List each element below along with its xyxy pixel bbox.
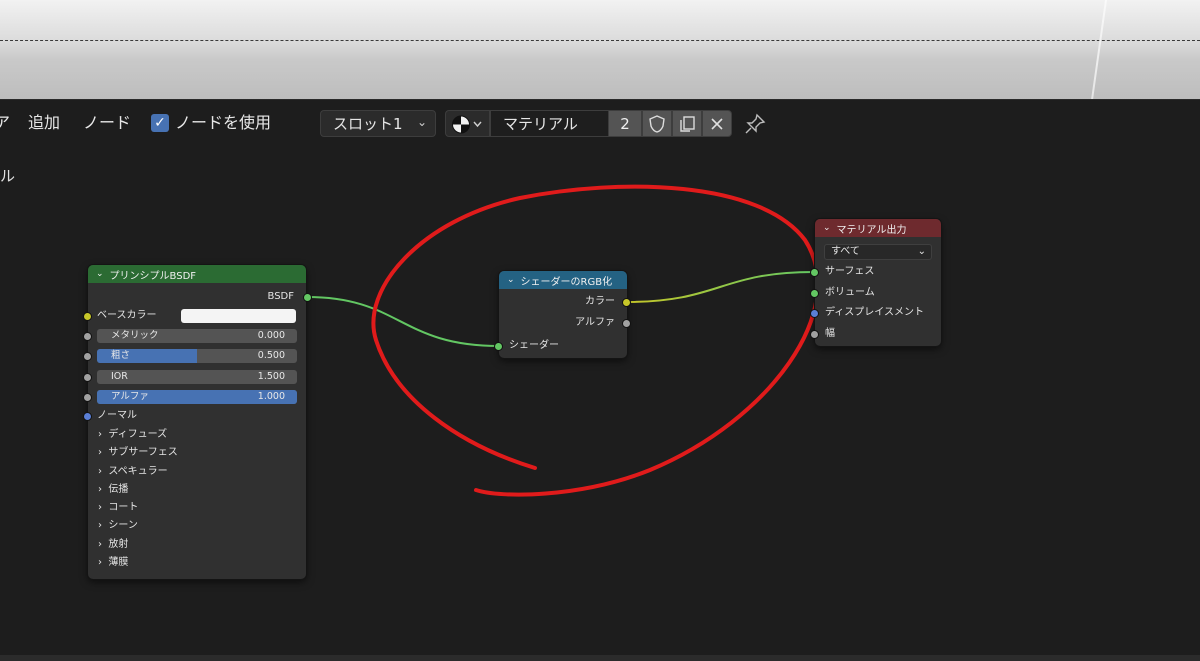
panel-label: スペキュラー [108,466,168,477]
to-rgb-shader-socket[interactable] [494,342,503,351]
output-target-value: すべて [831,246,860,257]
link-color-to-surface [625,271,815,303]
metallic-value: 0.000 [257,330,285,341]
panel-sheen[interactable]: › シーン [98,520,138,532]
normal-label: ノーマル [97,410,137,421]
surface-socket[interactable] [810,268,819,277]
output-target-dropdown[interactable]: すべて ⌄ [824,244,932,260]
out-alpha-label: アルファ [575,317,615,328]
roughness-value: 0.500 [257,350,285,361]
panel-label: コート [108,502,139,513]
panel-label: サブサーフェス [108,447,178,458]
bsdf-output-label: BSDF [267,291,294,302]
alpha-socket[interactable] [83,393,92,402]
alpha-field[interactable]: アルファ 1.000 [97,390,297,404]
panel-thin-film[interactable]: › 薄膜 [98,557,128,569]
roughness-field[interactable]: 粗さ 0.500 [97,349,297,363]
thickness-socket[interactable] [810,330,819,339]
ior-field[interactable]: IOR 1.500 [97,370,297,384]
roughness-label: 粗さ [111,350,131,361]
normal-socket[interactable] [83,412,92,421]
alpha-label: アルファ [111,391,149,402]
ior-value: 1.500 [257,371,285,382]
shader-to-rgb-node[interactable]: ⌄ シェーダーのRGB化 カラー アルファ シェーダー [499,271,627,358]
panel-transmission[interactable]: › 伝播 [98,484,128,496]
ior-socket[interactable] [83,373,92,382]
collapse-chevron-icon[interactable]: ⌄ [96,269,104,279]
out-color-label: カラー [585,296,615,307]
alpha-value: 1.000 [257,391,285,402]
base-color-label: ベースカラー [97,310,157,321]
in-thickness-label: 幅 [825,328,835,339]
roughness-socket[interactable] [83,352,92,361]
in-volume-label: ボリューム [825,287,875,298]
base-color-socket[interactable] [83,312,92,321]
panel-label: 放射 [108,539,129,550]
panel-coat[interactable]: › コート [98,502,138,514]
base-color-swatch[interactable] [181,309,296,323]
in-shader-label: シェーダー [509,340,559,351]
panel-diffuse[interactable]: › ディフューズ [98,429,167,441]
bsdf-node-header[interactable]: ⌄ プリンシプルBSDF [88,265,306,283]
panel-emission[interactable]: › 放射 [98,539,128,551]
bottom-border [0,655,1200,661]
output-node-title: マテリアル出力 [836,224,907,236]
panel-label: 薄膜 [108,557,129,568]
to-rgb-node-title: シェーダーのRGB化 [520,276,613,288]
to-rgb-color-socket[interactable] [622,298,631,307]
in-displacement-label: ディスプレイスメント [825,307,924,318]
metallic-field[interactable]: メタリック 0.000 [97,329,297,343]
chevron-down-icon: ⌄ [917,246,926,257]
link-bsdf-to-shader [306,296,500,347]
principled-bsdf-node[interactable]: ⌄ プリンシプルBSDF BSDF ベースカラー メタリック 0.000 粗さ … [88,265,306,579]
bsdf-output-socket[interactable] [303,293,312,302]
collapse-chevron-icon[interactable]: ⌄ [823,223,831,233]
panel-label: 伝播 [108,484,129,495]
metallic-label: メタリック [111,330,159,341]
panel-subsurface[interactable]: › サブサーフェス [98,447,178,459]
output-node-header[interactable]: ⌄ マテリアル出力 [815,219,941,237]
collapse-chevron-icon[interactable]: ⌄ [507,275,515,285]
to-rgb-alpha-socket[interactable] [622,319,631,328]
to-rgb-node-header[interactable]: ⌄ シェーダーのRGB化 [499,271,627,289]
ior-label: IOR [111,371,128,382]
panel-label: ディフューズ [108,429,168,440]
metallic-socket[interactable] [83,332,92,341]
bsdf-node-title: プリンシプルBSDF [109,270,197,282]
volume-socket[interactable] [810,289,819,298]
material-output-node[interactable]: ⌄ マテリアル出力 すべて ⌄ サーフェス ボリューム ディスプレイスメント 幅 [815,219,941,346]
displacement-socket[interactable] [810,309,819,318]
panel-specular[interactable]: › スペキュラー [98,466,168,478]
in-surface-label: サーフェス [825,266,875,277]
panel-label: シーン [108,520,138,531]
